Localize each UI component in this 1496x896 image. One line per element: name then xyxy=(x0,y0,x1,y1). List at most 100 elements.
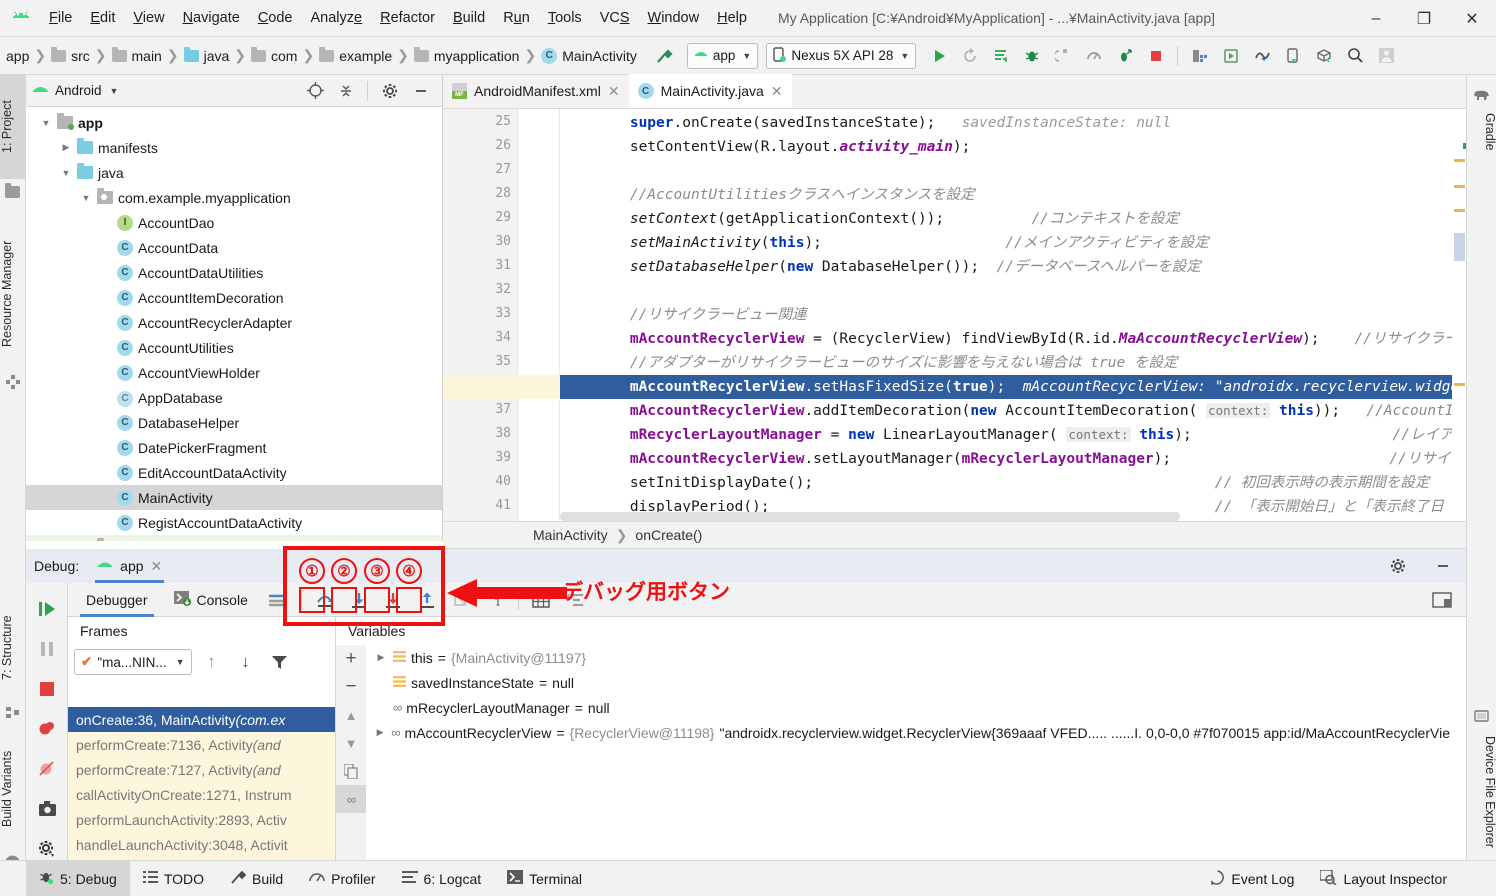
editor-tab-mainactivity[interactable]: C MainActivity.java ✕ xyxy=(628,74,792,108)
code-line[interactable] xyxy=(560,279,569,303)
breadcrumb-mainactivity[interactable]: C MainActivity xyxy=(541,47,637,64)
hide-panel-icon[interactable] xyxy=(1428,551,1458,581)
menu-window[interactable]: Window xyxy=(639,7,709,29)
code-line[interactable] xyxy=(560,159,569,183)
menu-code[interactable]: Code xyxy=(249,7,302,29)
code-line[interactable]: setInitDisplayDate(); // 初回表示時の表示期間を設定 xyxy=(560,471,1430,495)
project-tree-item[interactable]: C EditAccountDataActivity xyxy=(26,460,442,485)
breadcrumb-src[interactable]: src ❯ xyxy=(51,46,111,64)
code-line[interactable]: mAccountRecyclerView.setLayoutManager(mR… xyxy=(560,447,1466,471)
pause-program-button[interactable] xyxy=(26,629,68,669)
project-tree-item[interactable]: ▶ manifests xyxy=(26,135,442,160)
layout-inspector-icon[interactable] xyxy=(1309,41,1339,71)
stop-icon[interactable] xyxy=(1141,41,1171,71)
remove-watch-button[interactable]: − xyxy=(336,673,366,701)
menu-build[interactable]: Build xyxy=(444,7,494,29)
frame-list-item[interactable]: callActivityOnCreate:1271, Instrum xyxy=(68,782,335,807)
close-icon[interactable]: ✕ xyxy=(608,83,620,100)
code-area[interactable]: 25262728293031323334353637383940414243 s… xyxy=(443,109,1466,521)
status-tab-terminal[interactable]: Terminal xyxy=(494,861,595,896)
run-icon[interactable] xyxy=(924,41,954,71)
close-button[interactable]: ✕ xyxy=(1448,0,1496,37)
menu-edit[interactable]: Edit xyxy=(81,7,124,29)
code-line[interactable]: //アダプターがリサイクラービューのサイズに影響を与えない場合は true を設… xyxy=(560,351,1178,375)
collapse-all-icon[interactable] xyxy=(331,76,361,106)
project-tree-item[interactable]: C AppDatabase xyxy=(26,385,442,410)
frame-list-item[interactable]: performCreate:7127, Activity (and xyxy=(68,757,335,782)
variable-row[interactable]: ▶ this = {MainActivity@11197} xyxy=(366,645,1450,670)
menu-view[interactable]: View xyxy=(124,7,173,29)
code-line[interactable]: mAccountRecyclerView.addItemDecoration(n… xyxy=(560,399,1466,423)
tool-tab-project[interactable]: 1: Project xyxy=(0,75,26,179)
frames-down-button[interactable]: ↓ xyxy=(232,649,260,675)
variables-list[interactable]: ▶ this = {MainActivity@11197} savedInstanceS… xyxy=(366,645,1450,860)
menu-run[interactable]: Run xyxy=(494,7,539,29)
project-tree-item[interactable]: ▼ app xyxy=(26,110,442,135)
menu-refactor[interactable]: Refactor xyxy=(371,7,444,29)
stop-button[interactable] xyxy=(26,669,68,709)
status-tab-todo[interactable]: TODO xyxy=(130,861,217,896)
avd-manager-icon[interactable] xyxy=(1216,41,1246,71)
variable-expander-icon[interactable]: ▶ xyxy=(374,652,388,663)
breadcrumb-main[interactable]: main ❯ xyxy=(111,46,184,64)
attach-debugger-icon[interactable] xyxy=(1048,41,1078,71)
tree-expander-icon[interactable]: ▼ xyxy=(78,193,94,203)
breadcrumb-example[interactable]: example ❯ xyxy=(319,46,414,64)
move-watch-up-button[interactable]: ▲ xyxy=(336,701,366,729)
tab-debugger[interactable]: Debugger xyxy=(76,583,158,617)
inspect-button[interactable]: ∞ xyxy=(336,785,366,813)
project-tree-item[interactable]: C DatePickerFragment xyxy=(26,435,442,460)
menu-file[interactable]: File xyxy=(40,7,81,29)
debug-icon[interactable] xyxy=(1017,41,1047,71)
tree-expander-icon[interactable]: ▼ xyxy=(38,118,54,128)
gear-icon[interactable] xyxy=(375,76,405,106)
gear-icon[interactable] xyxy=(1383,551,1413,581)
project-tree-item[interactable]: I AccountDao xyxy=(26,210,442,235)
code-line[interactable]: mRecyclerLayoutManager = new LinearLayou… xyxy=(560,423,1466,447)
editor-horizontal-scrollbar[interactable] xyxy=(560,512,1180,521)
code-line[interactable]: setMainActivity(this); //メインアクティビティを設定 xyxy=(560,231,1209,255)
editor-tab-androidmanifest[interactable]: AndroidManifest.xml ✕ xyxy=(443,74,629,108)
status-layout-inspector[interactable]: Layout Inspector xyxy=(1307,861,1460,896)
menu-navigate[interactable]: Navigate xyxy=(174,7,249,29)
build-hammer-icon[interactable] xyxy=(649,41,679,71)
project-tree-item[interactable]: ▼ java xyxy=(26,160,442,185)
view-breakpoints-button[interactable] xyxy=(26,709,68,749)
profile-icon[interactable] xyxy=(1079,41,1109,71)
frame-list-item[interactable]: performLaunchActivity:2893, Activ xyxy=(68,807,335,832)
project-tree-item[interactable]: ▶com.example.myapplication (androidTest) xyxy=(26,535,442,541)
tool-tab-resource-manager[interactable]: Resource Manager xyxy=(0,219,26,369)
code-lines[interactable]: super.onCreate(savedInstanceState); save… xyxy=(443,109,1466,521)
tool-tab-gradle[interactable]: Gradle xyxy=(1467,107,1496,169)
project-tree-item[interactable]: C MainActivity xyxy=(26,485,442,510)
variable-row[interactable]: ▶ ∞ mAccountRecyclerView = {RecyclerView@111… xyxy=(366,720,1450,745)
menu-vcs[interactable]: VCS xyxy=(591,7,639,29)
mute-breakpoints-button[interactable] xyxy=(26,749,68,789)
filter-frames-button[interactable] xyxy=(266,649,294,675)
sdk-manager-icon[interactable] xyxy=(1185,41,1215,71)
code-line[interactable]: super.onCreate(savedInstanceState); save… xyxy=(560,111,1171,135)
resume-program-button[interactable] xyxy=(26,589,68,629)
close-icon[interactable]: ✕ xyxy=(771,83,783,100)
code-line[interactable]: setContext(getApplicationContext()); //コ… xyxy=(560,207,1179,231)
frames-list[interactable]: onCreate:36, MainActivity (com.ex perform… xyxy=(68,707,335,860)
code-line[interactable]: setContentView(R.layout.activity_main); xyxy=(560,135,971,159)
menu-help[interactable]: Help xyxy=(708,7,756,29)
profile-avatar-icon[interactable] xyxy=(1371,41,1401,71)
variable-expander-icon[interactable]: ▶ xyxy=(374,727,386,738)
tree-expander-icon[interactable]: ▼ xyxy=(58,168,74,178)
tool-tab-device-file-explorer[interactable]: Device File Explorer xyxy=(1467,730,1496,880)
project-tree-item[interactable]: C DatabaseHelper xyxy=(26,410,442,435)
move-watch-down-button[interactable]: ▼ xyxy=(336,729,366,757)
status-tab-debug[interactable]: 5: Debug xyxy=(26,860,130,896)
tab-console[interactable]: Console xyxy=(164,583,258,617)
menu-tools[interactable]: Tools xyxy=(539,7,591,29)
screenshot-button[interactable] xyxy=(26,789,68,829)
variables-scrollbar[interactable] xyxy=(1450,645,1466,860)
variable-row[interactable]: ∞ mRecyclerLayoutManager = null xyxy=(366,695,1450,720)
close-icon[interactable]: ✕ xyxy=(151,558,163,575)
breadcrumb-com[interactable]: com ❯ xyxy=(251,46,319,64)
frame-list-item[interactable]: onCreate:36, MainActivity (com.ex xyxy=(68,707,335,732)
restore-layout-button[interactable] xyxy=(1428,587,1456,613)
project-tree-item[interactable]: C AccountItemDecoration xyxy=(26,285,442,310)
